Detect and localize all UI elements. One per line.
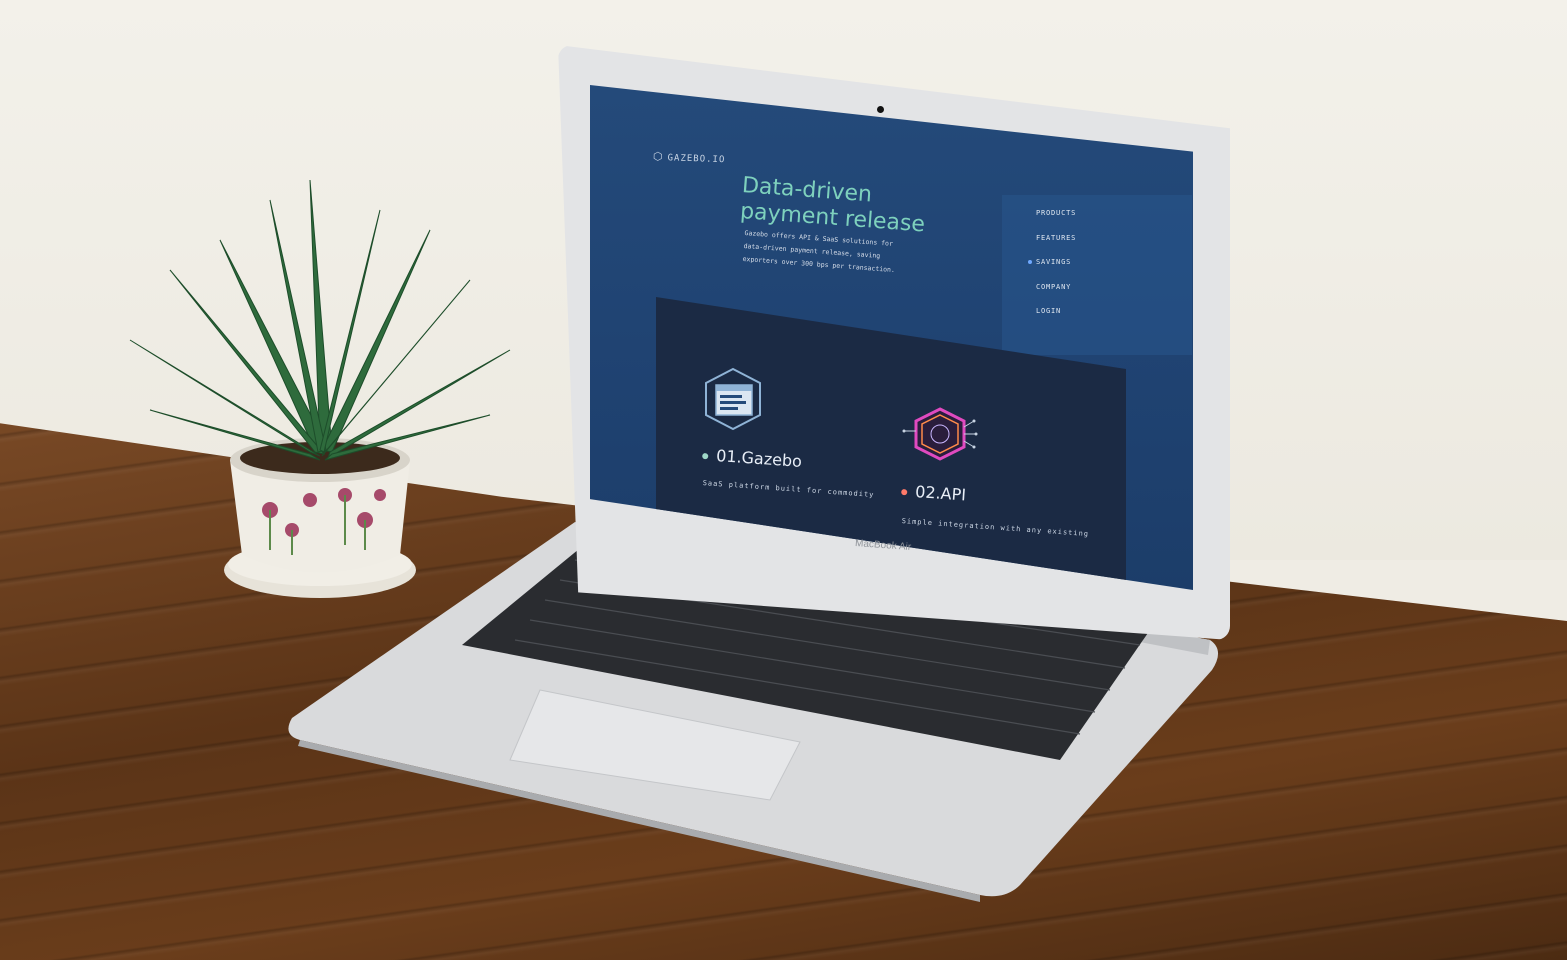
nav-item-features[interactable]: FEATURES: [1036, 234, 1076, 242]
bullet-icon: [702, 452, 709, 459]
active-dot-icon: [1028, 260, 1032, 264]
nav-item-login[interactable]: LOGIN: [1036, 307, 1061, 315]
circuit-hexagon-icon: [902, 407, 978, 461]
nav-item-company[interactable]: COMPANY: [1036, 283, 1071, 291]
browser-window-hexagon-icon: [705, 367, 761, 431]
nav-panel: [1002, 195, 1192, 355]
bullet-icon: [901, 488, 908, 495]
webcam-icon: [877, 106, 884, 113]
nav-item-products[interactable]: PRODUCTS: [1036, 209, 1076, 217]
nav-item-savings[interactable]: SAVINGS: [1028, 258, 1071, 266]
site-logo[interactable]: ⬡ GAZEBO.IO: [653, 150, 726, 166]
hexagon-icon: ⬡: [652, 149, 664, 164]
